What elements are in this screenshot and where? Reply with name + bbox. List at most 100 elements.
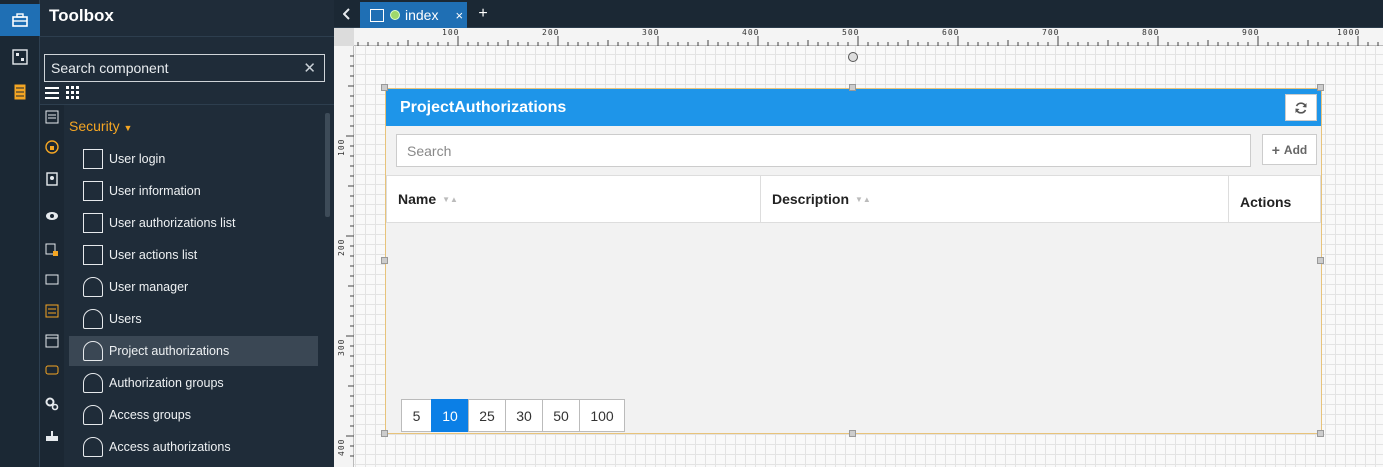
add-button[interactable]: + Add [1262, 134, 1317, 165]
ruler-label: 300 [642, 28, 660, 37]
toolbox-item-project-authorizations[interactable]: Project authorizations [69, 336, 318, 366]
clear-search-icon[interactable]: ✕ [303, 59, 316, 77]
item-label: User information [109, 184, 201, 198]
ruler-label: 900 [1242, 28, 1260, 37]
component-search-input[interactable] [45, 55, 295, 81]
ruler-label: 200 [337, 238, 346, 256]
io-category-icon[interactable] [44, 364, 60, 380]
users-icon [83, 373, 103, 393]
widget-search-input[interactable] [397, 135, 1250, 166]
document-icon[interactable] [0, 76, 40, 108]
resize-handle[interactable] [849, 430, 856, 437]
resize-handle[interactable] [1317, 430, 1324, 437]
eye-category-icon[interactable] [44, 209, 60, 225]
text-category-icon[interactable] [44, 110, 60, 126]
display-category-icon[interactable] [44, 274, 60, 290]
camera-category-icon[interactable] [44, 172, 60, 188]
window-category-icon[interactable] [44, 334, 60, 350]
ruler-label: 400 [742, 28, 760, 37]
item-label: Project authorizations [109, 344, 230, 358]
ruler-label: 200 [542, 28, 560, 37]
sort-icon: ▼▲ [855, 194, 871, 204]
caret-down-icon: ▼ [123, 123, 133, 133]
ruler-label: 300 [337, 338, 346, 356]
resize-handle[interactable] [1317, 257, 1324, 264]
vertical-ruler: 100 200 300 400 [334, 28, 354, 467]
list-icon [83, 245, 103, 265]
toolbox-item-access-authorizations[interactable]: Access authorizations [69, 432, 318, 462]
widget-search-field[interactable] [396, 134, 1251, 167]
item-label: Access groups [109, 408, 191, 422]
component-search-field[interactable]: ✕ [44, 54, 325, 82]
column-header-description[interactable]: Description ▼▲ [761, 176, 1229, 222]
users-icon [83, 341, 103, 361]
table-header: Name ▼▲ Description ▼▲ Actions [386, 175, 1321, 223]
users-icon [83, 277, 103, 297]
item-label: User manager [109, 280, 189, 294]
lock-category-icon[interactable] [44, 140, 60, 156]
toolbox-item-user-login[interactable]: User login [69, 144, 318, 174]
chevron-left-icon[interactable] [334, 0, 360, 28]
page-size-30[interactable]: 30 [505, 399, 543, 432]
ruler-label: 100 [337, 138, 346, 156]
grid-view-icon[interactable] [66, 86, 80, 100]
toolbox-item-user-authorizations-list[interactable]: User authorizations list [69, 208, 318, 238]
toolbox-item-user-information[interactable]: User information [69, 176, 318, 206]
valve-category-icon[interactable] [44, 430, 60, 446]
refresh-button[interactable] [1285, 94, 1317, 121]
divider [40, 36, 334, 37]
toolbox-scrollbar[interactable] [325, 113, 330, 217]
column-header-name[interactable]: Name ▼▲ [387, 176, 761, 222]
item-label: User login [109, 152, 166, 166]
toolbox-item-access-groups[interactable]: Access groups [69, 400, 318, 430]
toolbox-icon[interactable] [0, 4, 40, 36]
add-tab-button[interactable]: + [470, 0, 496, 28]
list-category-icon[interactable] [44, 304, 60, 320]
page-size-10[interactable]: 10 [431, 399, 469, 432]
page-icon [370, 8, 384, 22]
page-size-100[interactable]: 100 [579, 399, 625, 432]
resize-handle[interactable] [381, 430, 388, 437]
resize-handle[interactable] [849, 84, 856, 91]
page-size-5[interactable]: 5 [401, 399, 432, 432]
rotate-handle[interactable] [848, 52, 858, 62]
add-label: Add [1283, 142, 1308, 157]
status-dot-icon [390, 10, 400, 20]
design-canvas[interactable]: 100 200 300 400 500 600 700 800 900 1000… [334, 28, 1383, 467]
tab-label: index [405, 7, 439, 23]
sort-icon: ▼▲ [442, 194, 458, 204]
tab-index[interactable]: index × [360, 2, 467, 28]
plus-icon: + [1271, 141, 1280, 158]
security-category-header[interactable]: Security ▼ [69, 118, 132, 134]
toolbox-item-users[interactable]: Users [69, 304, 318, 334]
item-label: User authorizations list [109, 216, 236, 230]
page-structure-icon[interactable] [0, 41, 40, 73]
toolbox-item-authorization-groups[interactable]: Authorization groups [69, 368, 318, 398]
project-authorizations-widget[interactable]: ProjectAuthorizations +Add Name ▼▲ Descri… [385, 88, 1322, 434]
ruler-label: 800 [1142, 28, 1160, 37]
gears-category-icon[interactable] [44, 397, 60, 413]
divider [40, 104, 334, 105]
toolbox-item-user-actions-list[interactable]: User actions list [69, 240, 318, 270]
horizontal-ruler: 100 200 300 400 500 600 700 800 900 1000 [354, 28, 1383, 46]
item-label: Access authorizations [109, 440, 231, 454]
users-icon [83, 309, 103, 329]
item-label: Authorization groups [109, 376, 224, 390]
resize-handle[interactable] [1317, 84, 1324, 91]
item-label: User actions list [109, 248, 198, 262]
toolbox-item-user-manager[interactable]: User manager [69, 272, 318, 302]
toolbox-panel: Toolbox ✕ Security ▼ User login User inf… [40, 0, 334, 467]
list-view-icon[interactable] [45, 86, 59, 100]
ruler-label: 400 [337, 438, 346, 456]
close-tab-icon[interactable]: × [455, 8, 463, 23]
column-label: Name [398, 191, 437, 207]
user-login-icon [83, 149, 103, 169]
ruler-label: 700 [1042, 28, 1060, 37]
column-label: Description [772, 191, 850, 207]
widget-header: ProjectAuthorizations [386, 89, 1321, 126]
page-size-50[interactable]: 50 [542, 399, 580, 432]
resize-handle[interactable] [381, 84, 388, 91]
resize-handle[interactable] [381, 257, 388, 264]
page-size-25[interactable]: 25 [468, 399, 506, 432]
report-category-icon[interactable] [44, 243, 60, 259]
